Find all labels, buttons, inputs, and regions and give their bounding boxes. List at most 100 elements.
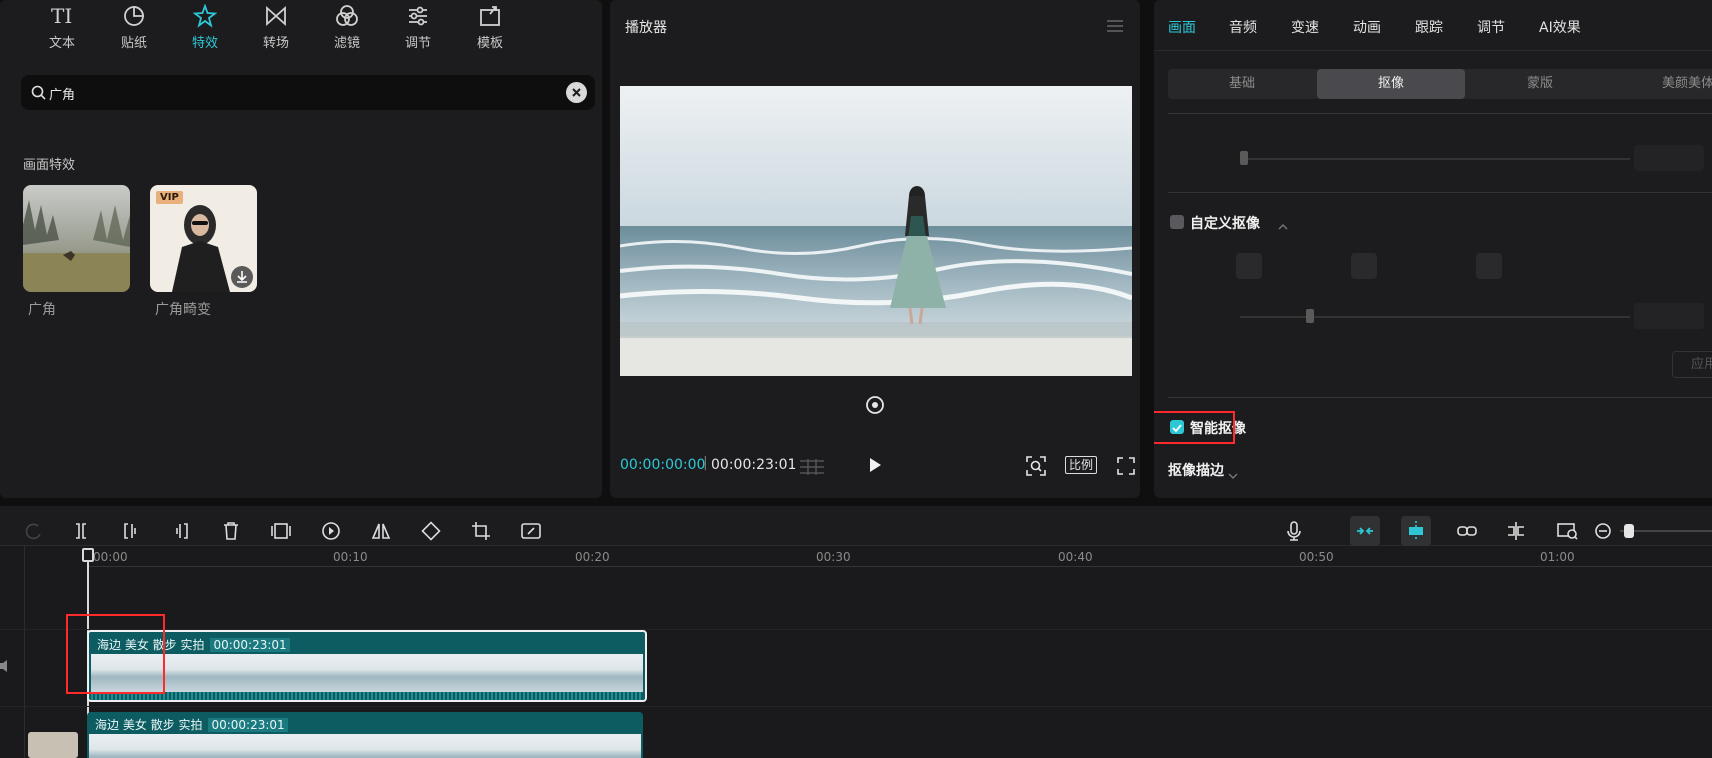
subtab-keying[interactable]: 抠像 (1317, 69, 1465, 99)
section-title: 画面特效 (23, 158, 76, 173)
tab-picture[interactable]: 画面 (1168, 17, 1196, 37)
value-box (1634, 145, 1704, 171)
sticker-icon (122, 4, 146, 28)
search-bar[interactable]: 广角 (21, 75, 595, 110)
link-icon[interactable] (1452, 516, 1482, 546)
preview-axis-icon[interactable] (1501, 516, 1531, 546)
adjust-icon (406, 4, 430, 28)
tab-speed[interactable]: 变速 (1291, 17, 1319, 37)
disabled-slider (1240, 158, 1630, 160)
tab-label: 特效 (191, 36, 218, 51)
eraser-icon (1476, 253, 1502, 279)
aspect-ratio-button[interactable]: 比例 (1065, 456, 1097, 474)
collapse-icon[interactable] (1278, 216, 1288, 235)
highlight-box (66, 614, 165, 694)
ruler-tick-label: 00:40 (1058, 550, 1093, 564)
tab-template[interactable]: 模板 (460, 4, 520, 51)
tab-label: 贴纸 (120, 36, 147, 51)
video-clip[interactable]: 海边 美女 散步 实拍 00:00:23:01 (87, 712, 643, 758)
zoom-out-icon[interactable] (1588, 516, 1618, 546)
ruler-tick-label: 00:30 (816, 550, 851, 564)
properties-panel: 画面 音频 变速 动画 跟踪 调节 AI效果 基础 抠像 蒙版 美颜美体 自定义… (1154, 0, 1712, 498)
clear-search-icon[interactable] (566, 82, 587, 103)
divider (1168, 113, 1712, 114)
tab-label: 滤镜 (333, 36, 360, 51)
tab-adjust[interactable]: 调节 (1477, 17, 1505, 37)
split-right-icon[interactable] (166, 516, 196, 546)
search-input[interactable]: 广角 (49, 84, 75, 103)
tab-transition[interactable]: 转场 (246, 4, 306, 51)
template-icon (478, 4, 502, 28)
snap-icon[interactable] (1401, 516, 1431, 546)
split-left-icon[interactable] (116, 516, 146, 546)
playhead-handle[interactable] (82, 548, 94, 562)
tab-audio[interactable]: 音频 (1229, 17, 1257, 37)
main-track-magnet-icon[interactable] (1350, 516, 1380, 546)
capture-icon[interactable] (865, 395, 885, 419)
split-icon[interactable] (66, 516, 96, 546)
ruler-tick-label: 00:00 (93, 550, 128, 564)
tab-animation[interactable]: 动画 (1353, 17, 1381, 37)
player-title: 播放器 (625, 20, 667, 36)
subtab-basic[interactable]: 基础 (1168, 69, 1316, 99)
menu-icon[interactable] (1106, 18, 1124, 37)
microphone-icon[interactable] (1279, 516, 1309, 546)
download-icon[interactable] (231, 266, 253, 288)
custom-keying-label: 自定义抠像 (1190, 216, 1260, 232)
redo-icon[interactable] (18, 516, 48, 546)
tab-filter[interactable]: 滤镜 (317, 4, 377, 51)
zoom-slider-knob[interactable] (1624, 524, 1634, 538)
subtab-beauty[interactable]: 美颜美体 (1614, 69, 1712, 99)
tab-label: 调节 (404, 36, 431, 51)
audio-track-icon[interactable] (0, 658, 8, 677)
tab-adjust[interactable]: 调节 (388, 4, 448, 51)
freeze-frame-icon[interactable] (266, 516, 296, 546)
ai-edit-icon[interactable] (516, 516, 546, 546)
mirror-icon[interactable] (366, 516, 396, 546)
track-header-divider (24, 546, 25, 758)
eraser-icon (1351, 253, 1377, 279)
timecode-separator: | (703, 455, 708, 471)
tab-tracking[interactable]: 跟踪 (1415, 17, 1443, 37)
rotate-icon[interactable] (416, 516, 446, 546)
subtab-mask[interactable]: 蒙版 (1466, 69, 1614, 99)
video-clip[interactable]: 海边 美女 散步 实拍 00:00:23:01 (87, 630, 647, 702)
zoom-preview-icon[interactable] (1552, 516, 1582, 546)
video-preview[interactable] (620, 86, 1132, 376)
crop-icon[interactable] (466, 516, 496, 546)
tab-label: 模板 (476, 36, 503, 51)
tab-ai-effects[interactable]: AI效果 (1539, 17, 1581, 37)
transition-icon (264, 4, 288, 28)
tab-text[interactable]: TI 文本 (32, 4, 92, 51)
effect-thumbnail-wide-angle[interactable] (23, 185, 130, 292)
tab-label: 转场 (262, 36, 289, 51)
clip-thumbnails (91, 654, 643, 692)
slider-knob (1306, 309, 1314, 323)
fullscreen-icon[interactable] (1117, 457, 1135, 479)
ruler-tick-label: 00:20 (575, 550, 610, 564)
player-panel: 播放器 00:00:00:00 | 00:00:23:01 比例 (610, 0, 1140, 498)
tab-sticker[interactable]: 贴纸 (104, 4, 164, 51)
brush-icon (1236, 253, 1262, 279)
reverse-play-icon[interactable] (316, 516, 346, 546)
chevron-down-icon[interactable] (1228, 465, 1238, 484)
track-separator (0, 706, 1712, 707)
clip-thumbnails (89, 734, 641, 758)
delete-icon[interactable] (216, 516, 246, 546)
slider-knob (1240, 151, 1248, 165)
effect-label: 广角畸变 (155, 302, 211, 318)
effects-icon (192, 3, 218, 28)
timeline: 00:00 00:10 00:20 00:30 00:40 00:50 01:0… (0, 506, 1712, 758)
effect-thumbnail-wide-angle-distortion[interactable]: VIP (150, 185, 257, 292)
divider (1168, 192, 1712, 193)
zoom-fit-icon[interactable] (1025, 455, 1047, 481)
tab-effects[interactable]: 特效 (175, 3, 235, 51)
ruler-line (87, 566, 1712, 567)
custom-keying-checkbox[interactable] (1170, 215, 1184, 229)
highlight-box (1154, 411, 1235, 444)
cover-thumbnail[interactable] (28, 732, 78, 758)
audio-waveform (91, 692, 643, 700)
list-view-icon[interactable] (799, 458, 825, 480)
disabled-slider (1240, 316, 1630, 318)
play-icon[interactable] (867, 456, 883, 478)
